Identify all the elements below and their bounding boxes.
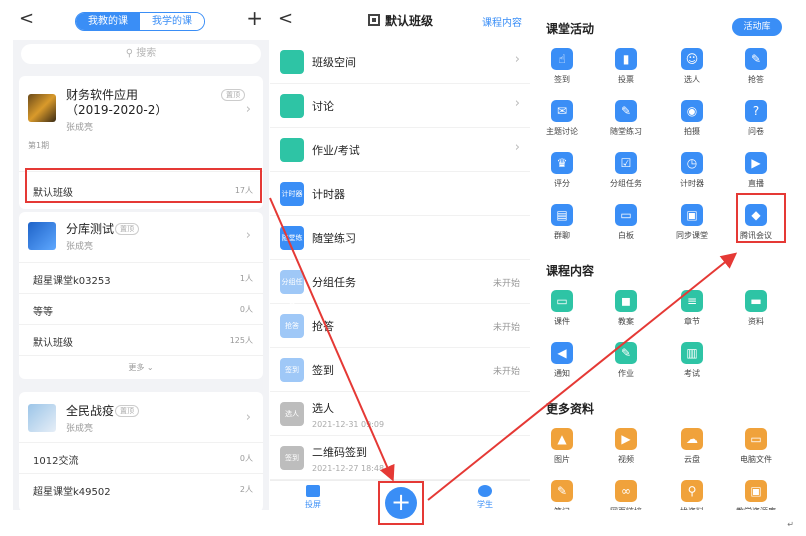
return-mark-icon: ↵ xyxy=(787,520,794,529)
screenshot-root: < 我教的课 我学的课 + ⚲ 搜索 财务软件应用 （2019-2020-2） 张… xyxy=(0,0,806,536)
arrow-to-tencent xyxy=(427,252,738,501)
annotation-arrows xyxy=(269,197,738,501)
arrow-to-plus xyxy=(269,197,395,482)
